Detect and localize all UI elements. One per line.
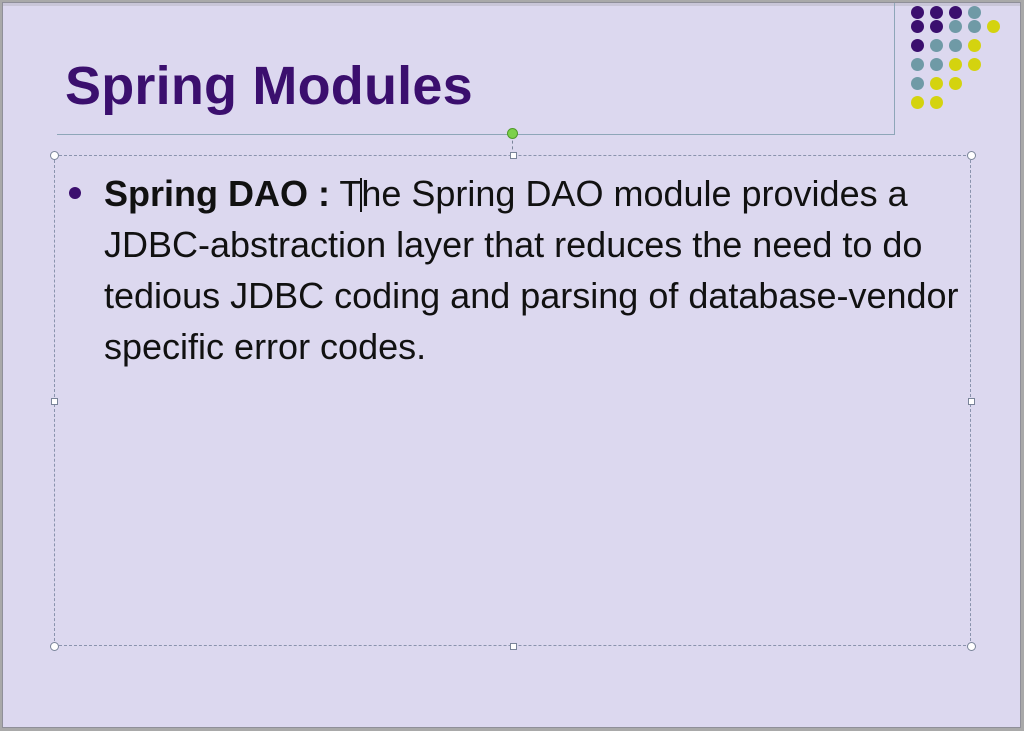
slide-canvas[interactable]: Spring Modules Spring DAO : The Spring D… — [2, 2, 1021, 728]
resize-handle-top-left[interactable] — [50, 151, 59, 160]
decor-dot — [949, 6, 962, 19]
decor-dot — [911, 6, 924, 19]
decor-dot — [930, 77, 943, 90]
decor-dot — [930, 58, 943, 71]
title-divider-vertical — [894, 3, 895, 135]
resize-handle-bottom-right[interactable] — [967, 642, 976, 651]
decor-dot — [930, 39, 943, 52]
decor-dot — [911, 77, 924, 90]
decor-dot — [930, 6, 943, 19]
rotate-handle[interactable] — [507, 128, 518, 139]
resize-handle-bottom[interactable] — [510, 643, 517, 650]
resize-handle-left[interactable] — [51, 398, 58, 405]
bullet-text-before-cursor: T — [329, 173, 362, 214]
bullet-label: Spring DAO : — [104, 173, 330, 214]
decor-dot — [968, 20, 981, 33]
bullet-paragraph[interactable]: Spring DAO : The Spring DAO module provi… — [104, 168, 964, 372]
decor-dot — [949, 20, 962, 33]
decor-dot — [987, 20, 1000, 33]
decor-dot — [949, 77, 962, 90]
decor-dot — [968, 6, 981, 19]
decor-dot — [968, 58, 981, 71]
bullet-icon — [69, 187, 81, 199]
resize-handle-right[interactable] — [968, 398, 975, 405]
decor-dot — [911, 58, 924, 71]
resize-handle-bottom-left[interactable] — [50, 642, 59, 651]
decor-dot — [911, 20, 924, 33]
decor-dot — [930, 20, 943, 33]
decor-dot — [949, 58, 962, 71]
slide-top-edge — [3, 3, 1020, 6]
decor-dot — [911, 96, 924, 109]
resize-handle-top-right[interactable] — [967, 151, 976, 160]
title-divider — [57, 134, 895, 135]
slide-title[interactable]: Spring Modules — [65, 55, 473, 117]
decor-dot — [930, 96, 943, 109]
decor-dot — [968, 39, 981, 52]
resize-handle-top[interactable] — [510, 152, 517, 159]
decor-dot — [949, 39, 962, 52]
decor-dot — [911, 39, 924, 52]
